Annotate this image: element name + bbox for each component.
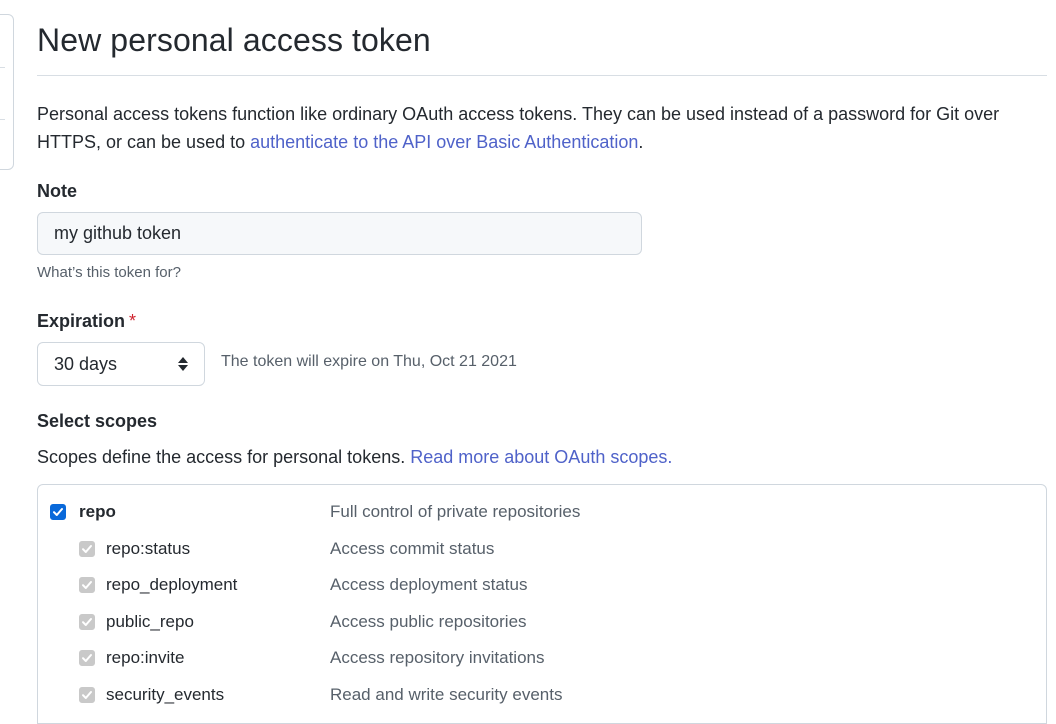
scopes-list: repo Full control of private repositorie…	[37, 484, 1047, 724]
scope-row-repo-deployment: repo_deployment Access deployment status	[38, 570, 1046, 600]
note-label: Note	[37, 181, 77, 201]
check-icon	[82, 581, 92, 589]
scopes-desc-text: Scopes define the access for personal to…	[37, 447, 411, 467]
expiration-label-text: Expiration	[37, 311, 126, 331]
basic-auth-link[interactable]: authenticate to the API over Basic Authe…	[250, 132, 638, 152]
check-icon	[82, 654, 92, 662]
scope-name: repo	[79, 502, 116, 521]
check-icon	[82, 618, 92, 626]
scope-description: Access commit status	[330, 539, 495, 558]
scope-description: Read and write security events	[330, 685, 563, 704]
note-hint: What’s this token for?	[37, 264, 181, 281]
sidebar-divider	[0, 67, 5, 68]
select-caret-icon	[178, 357, 188, 371]
scope-description: Full control of private repositories	[330, 502, 581, 521]
scope-row-repo-invite: repo:invite Access repository invitation…	[38, 643, 1046, 673]
required-marker: *	[129, 311, 137, 331]
scope-description: Access public repositories	[330, 612, 527, 631]
oauth-scopes-link[interactable]: Read more about OAuth scopes.	[410, 447, 672, 467]
scope-name: repo:invite	[106, 648, 185, 667]
scopes-label: Select scopes	[37, 411, 158, 431]
expiration-selected-value: 30 days	[54, 353, 118, 374]
repo-checkbox[interactable]	[50, 504, 66, 520]
repo-invite-checkbox[interactable]	[79, 650, 95, 666]
intro-end: .	[638, 132, 644, 152]
scopes-description: Scopes define the access for personal to…	[37, 447, 672, 468]
expiration-select[interactable]: 30 days	[37, 342, 205, 386]
check-icon	[53, 508, 63, 516]
scope-description: Access deployment status	[330, 575, 528, 594]
settings-sidebar-edge	[0, 14, 14, 170]
repo-deployment-checkbox[interactable]	[79, 577, 95, 593]
sidebar-divider	[0, 119, 5, 120]
scope-name: repo_deployment	[106, 575, 238, 594]
scope-name: public_repo	[106, 612, 194, 631]
scope-name: repo:status	[106, 539, 191, 558]
intro-paragraph: Personal access tokens function like ord…	[37, 100, 1052, 156]
check-icon	[82, 691, 92, 699]
public-repo-checkbox[interactable]	[79, 614, 95, 630]
expiration-label: Expiration *	[37, 311, 136, 332]
scope-row-repo: repo Full control of private repositorie…	[38, 497, 1046, 527]
scope-row-repo-status: repo:status Access commit status	[38, 534, 1046, 564]
repo-status-checkbox[interactable]	[79, 541, 95, 557]
expiration-info: The token will expire on Thu, Oct 21 202…	[221, 353, 517, 370]
security-events-checkbox[interactable]	[79, 687, 95, 703]
scope-row-public-repo: public_repo Access public repositories	[38, 607, 1046, 637]
page-title: New personal access token	[37, 22, 431, 58]
scope-description: Access repository invitations	[330, 648, 545, 667]
scope-row-security-events: security_events Read and write security …	[38, 680, 1046, 710]
note-input[interactable]	[37, 212, 642, 255]
check-icon	[82, 545, 92, 553]
title-divider	[37, 75, 1047, 76]
scope-name: security_events	[106, 685, 225, 704]
